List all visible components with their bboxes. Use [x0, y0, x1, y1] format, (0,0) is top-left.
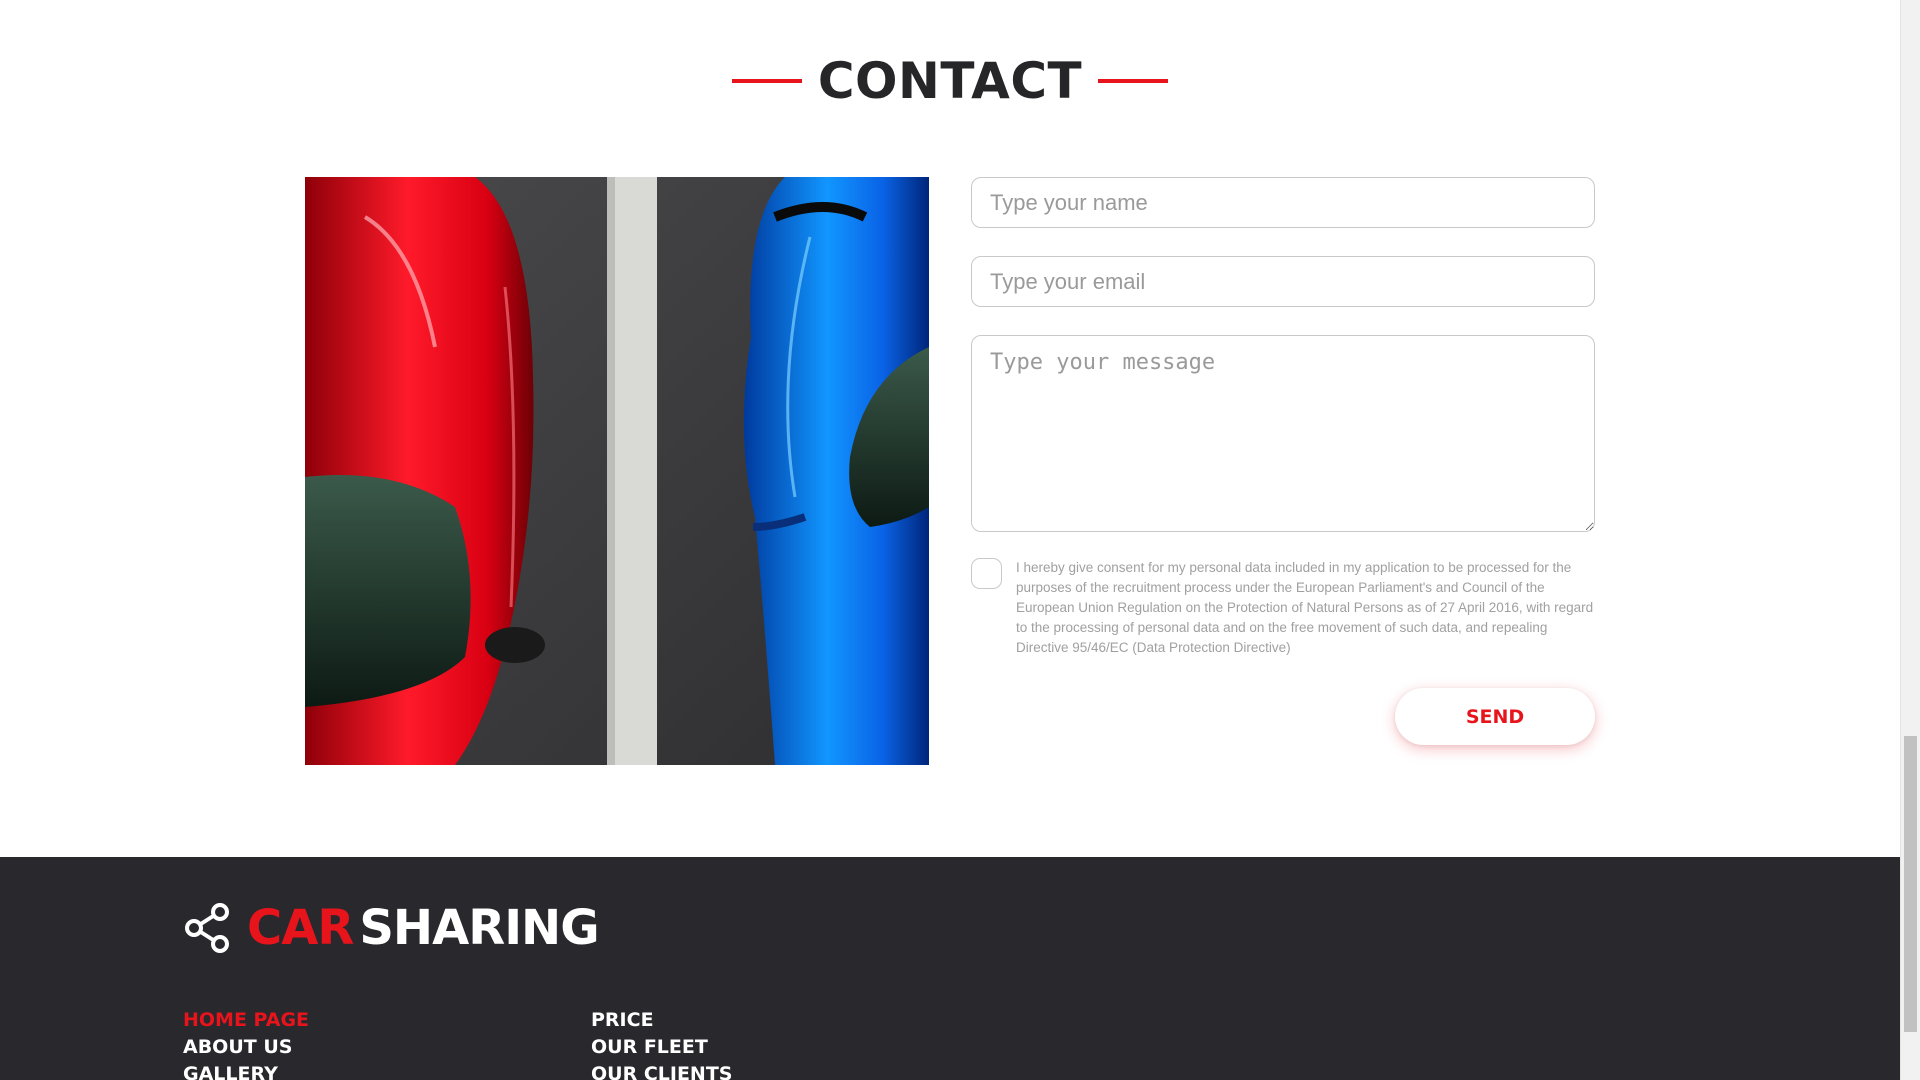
- footer-nav: HOME PAGE ABOUT US GALLERY PRICE OUR FLE…: [183, 1007, 999, 1080]
- footer-link-our-clients[interactable]: OUR CLIENTS: [591, 1061, 999, 1080]
- send-row: SEND: [971, 688, 1595, 745]
- footer-link-gallery[interactable]: GALLERY: [183, 1061, 591, 1080]
- footer-brand[interactable]: CAR SHARING: [183, 900, 600, 956]
- heading-line-right: [1098, 79, 1169, 83]
- brand-name: CAR SHARING: [247, 900, 600, 956]
- consent-checkbox[interactable]: [971, 558, 1002, 589]
- name-input[interactable]: [971, 177, 1595, 228]
- footer-link-home-page[interactable]: HOME PAGE: [183, 1007, 591, 1034]
- footer-link-price[interactable]: PRICE: [591, 1007, 999, 1034]
- contact-title: CONTACT: [817, 52, 1083, 110]
- contact-form: I hereby give consent for my personal da…: [971, 177, 1595, 745]
- footer-link-about-us[interactable]: ABOUT US: [183, 1034, 591, 1061]
- consent-text: I hereby give consent for my personal da…: [1016, 560, 1594, 655]
- brand-name-sharing: SHARING: [359, 900, 599, 956]
- brand-name-car: CAR: [247, 900, 354, 956]
- footer-nav-column-1: HOME PAGE ABOUT US GALLERY: [183, 1007, 591, 1080]
- message-textarea[interactable]: [971, 335, 1595, 532]
- scrollbar-thumb[interactable]: [1904, 736, 1917, 1032]
- send-button[interactable]: SEND: [1395, 688, 1595, 745]
- heading-line-left: [731, 79, 802, 83]
- footer-link-our-fleet[interactable]: OUR FLEET: [591, 1034, 999, 1061]
- vertical-scrollbar[interactable]: [1900, 0, 1920, 1080]
- share-icon: [185, 903, 229, 953]
- page: CONTACT Type your name Type your email T…: [0, 0, 1900, 1080]
- consent-row: I hereby give consent for my personal da…: [971, 558, 1595, 658]
- parked-cars-image: [305, 177, 929, 765]
- contact-heading: CONTACT: [0, 52, 1900, 110]
- footer-nav-column-2: PRICE OUR FLEET OUR CLIENTS: [591, 1007, 999, 1080]
- email-input[interactable]: [971, 256, 1595, 307]
- footer: CAR SHARING HOME PAGE ABOUT US GALLERY PR…: [0, 857, 1900, 1080]
